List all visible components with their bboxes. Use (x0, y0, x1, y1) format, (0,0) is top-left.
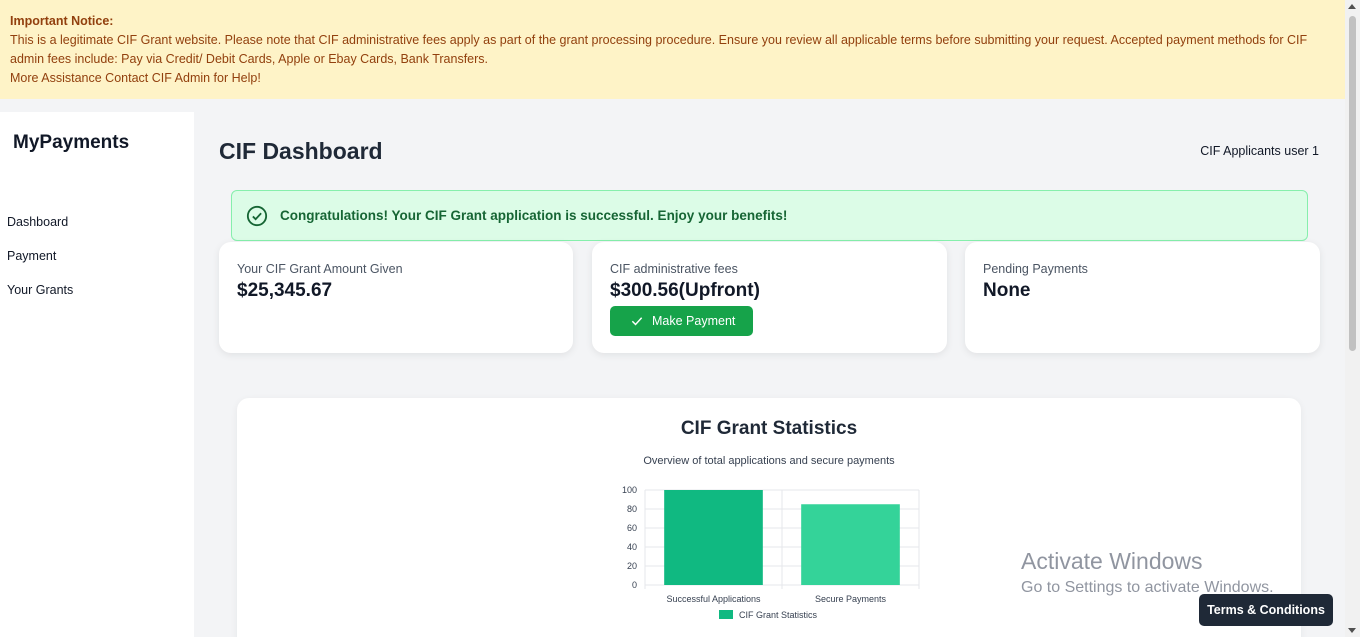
grant-statistics-chart: 0 20 40 60 80 100 Successful Applications Secur… (622, 485, 920, 620)
y-tick-label: 100 (622, 485, 637, 495)
make-payment-label: Make Payment (652, 314, 736, 328)
sidebar-item-payment[interactable]: Payment (7, 248, 73, 282)
grant-amount-card: Your CIF Grant Amount Given $25,345.67 (219, 242, 573, 353)
brand-logo: MyPayments (13, 132, 130, 153)
grant-amount-value: $25,345.67 (237, 280, 333, 301)
y-tick-label: 60 (627, 523, 637, 533)
sidebar-nav: Dashboard Payment Your Grants (7, 214, 73, 316)
legend-label: CIF Grant Statistics (739, 610, 818, 620)
activate-windows-watermark: Activate Windows Go to Settings to activ… (1021, 548, 1274, 597)
y-tick-label: 80 (627, 504, 637, 514)
pending-payments-value: None (983, 280, 1031, 301)
admin-fees-card: CIF administrative fees $300.56(Upfront)… (592, 242, 947, 353)
success-message: Congratulations! Your CIF Grant applicat… (280, 208, 788, 223)
x-tick-label: Successful Applications (666, 594, 761, 604)
terms-conditions-button[interactable]: Terms & Conditions (1199, 594, 1333, 626)
scroll-up-arrow-icon[interactable] (1348, 4, 1356, 9)
legend-swatch (719, 610, 733, 619)
admin-fees-label: CIF administrative fees (610, 262, 738, 276)
grant-statistics-panel: CIF Grant Statistics Overview of total a… (237, 398, 1301, 637)
scroll-down-arrow-icon[interactable] (1348, 628, 1356, 633)
pending-payments-card: Pending Payments None (965, 242, 1320, 353)
y-tick-label: 40 (627, 542, 637, 552)
pending-payments-label: Pending Payments (983, 262, 1088, 276)
make-payment-button[interactable]: Make Payment (610, 306, 754, 336)
x-tick-label: Secure Payments (815, 594, 887, 604)
page-title: CIF Dashboard (219, 138, 383, 164)
bar (801, 504, 900, 585)
check-icon (631, 317, 643, 326)
statistics-title: CIF Grant Statistics (680, 418, 858, 439)
watermark-title: Activate Windows (1021, 548, 1203, 574)
scrollbar-thumb[interactable] (1349, 16, 1356, 351)
success-alert: Congratulations! Your CIF Grant applicat… (231, 190, 1308, 241)
notice-title: Important Notice: (10, 14, 114, 28)
user-name: CIF Applicants user 1 (1200, 144, 1319, 158)
sidebar-item-dashboard[interactable]: Dashboard (7, 214, 73, 248)
y-tick-label: 0 (632, 580, 637, 590)
bar (664, 490, 763, 585)
y-tick-label: 20 (627, 561, 637, 571)
sidebar-item-your-grants[interactable]: Your Grants (7, 282, 73, 316)
sidebar: MyPayments Dashboard Payment Your Grants (0, 112, 194, 637)
page-scrollbar[interactable] (1345, 0, 1360, 637)
statistics-subtitle: Overview of total applications and secur… (643, 455, 895, 467)
notice-help-text: More Assistance Contact CIF Admin for He… (10, 71, 261, 85)
admin-fees-value: $300.56(Upfront) (610, 280, 760, 301)
grant-amount-label: Your CIF Grant Amount Given (237, 262, 403, 276)
check-circle-icon (246, 205, 268, 226)
important-notice-banner: Important Notice: This is a legitimate C… (0, 0, 1345, 99)
notice-text: This is a legitimate CIF Grant website. … (10, 33, 1308, 66)
